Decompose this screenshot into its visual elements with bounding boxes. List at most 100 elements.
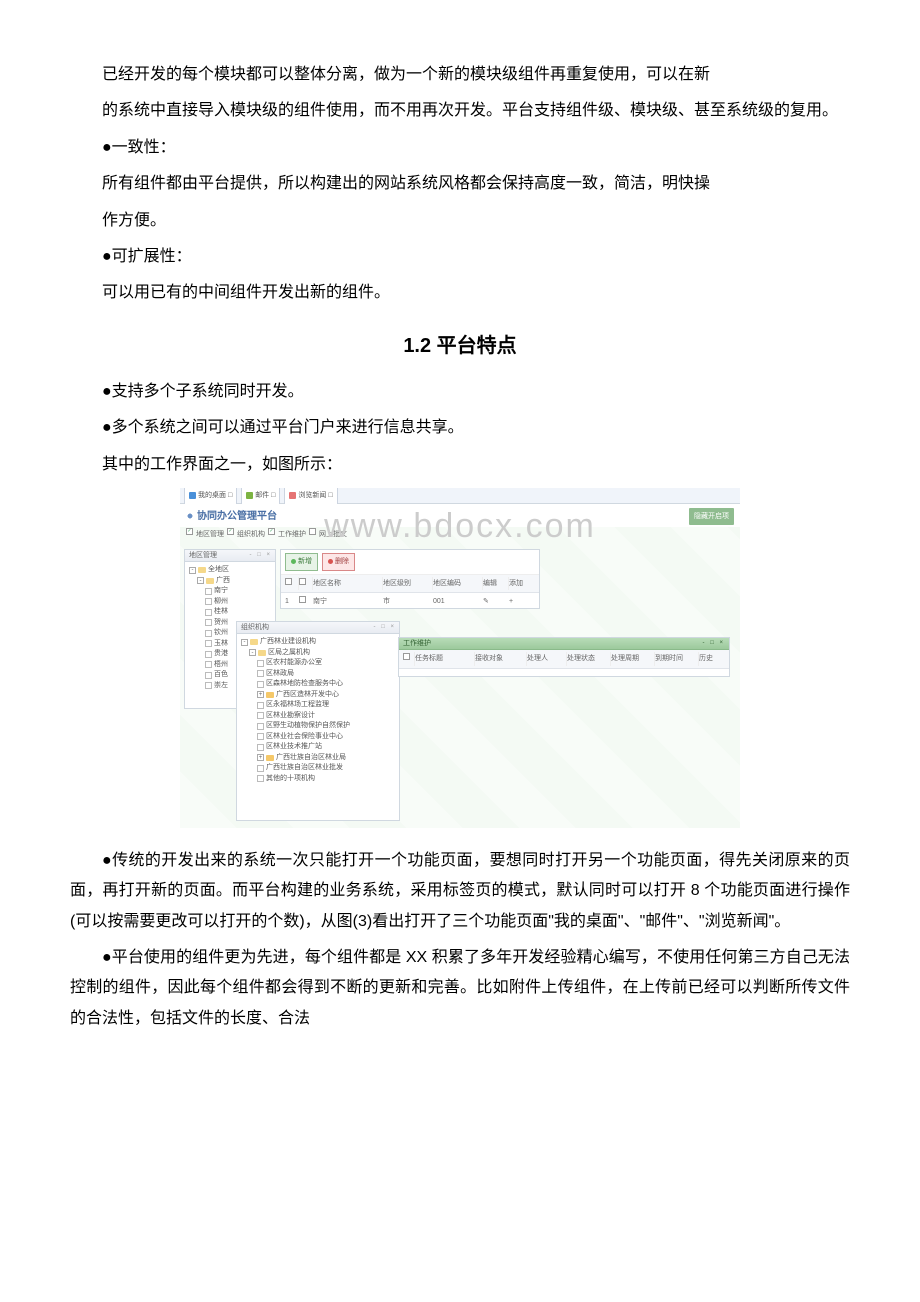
collapse-icon[interactable]: - [249, 649, 256, 656]
folder-icon [258, 650, 266, 656]
file-icon [257, 765, 264, 772]
paragraph: 的系统中直接导入模块级的组件使用，而不用再次开发。平台支持组件级、模块级、甚至系… [70, 96, 850, 126]
table-row[interactable]: 1 南宁 市 001 ✎ + [281, 593, 539, 610]
edit-link[interactable]: ✎ [483, 595, 509, 608]
tree-branch[interactable]: -广西 [189, 576, 271, 587]
tab-label: 我的桌面 □ [198, 489, 232, 502]
plus-icon [291, 559, 296, 564]
tree-leaf[interactable]: 区林业社会保险事业中心 [241, 732, 395, 743]
org-panel: 组织机构 - □ × -广西林业建设机构 -区局之属机构 区农村能源办公室区林政… [236, 621, 400, 821]
tree-leaf[interactable]: 桂林 [189, 607, 271, 618]
col-header: 地区编码 [433, 577, 483, 590]
expand-icon[interactable]: + [257, 754, 264, 761]
tree-leaf[interactable]: 南宁 [189, 586, 271, 597]
col-header: 添加 [509, 577, 535, 590]
panel-controls[interactable]: - □ × [250, 550, 272, 561]
tree-leaf[interactable]: 区林业勘察设计 [241, 711, 395, 722]
paragraph: 已经开发的每个模块都可以整体分离，做为一个新的模块级组件再重复使用，可以在新 [70, 60, 850, 90]
file-icon [257, 775, 264, 782]
app-title: 协同办公管理平台 [186, 507, 277, 526]
cell: 市 [383, 595, 433, 608]
checkbox[interactable]: ✓ [186, 528, 193, 535]
folder-icon [250, 639, 258, 645]
region-list-panel: 新增 删除 地区名称 地区级别 地区编码 编辑 添加 1 南宁 市 [280, 549, 540, 609]
tree-root[interactable]: -全地区 [189, 565, 271, 576]
file-icon [205, 640, 212, 647]
new-button[interactable]: 新增 [285, 553, 318, 570]
task-panel: 工作维护 - □ × 任务标题 接收对象 处理人 处理状态 处理周期 到期时间 … [398, 637, 730, 677]
folder-icon [266, 692, 274, 698]
file-icon [205, 630, 212, 637]
paragraph: 所有组件都由平台提供，所以构建出的网站系统风格都会保持高度一致，简洁，明快操 [70, 169, 850, 199]
panel-controls[interactable]: - □ × [703, 638, 725, 649]
hide-toggle-button[interactable]: 隐藏开启项 [689, 508, 734, 525]
bullet-extensibility: ●可扩展性： [70, 242, 850, 272]
tab-bar: 我的桌面 □ 邮件 □ 浏览新闻 □ [180, 488, 740, 504]
col-header: 处理状态 [567, 652, 611, 665]
tree-leaf[interactable]: 区林政局 [241, 669, 395, 680]
col-checkbox[interactable] [299, 577, 313, 590]
checkbox[interactable] [309, 528, 316, 535]
check-label: 工作维护 [278, 528, 306, 541]
col-header: 处理周期 [611, 652, 655, 665]
collapse-icon[interactable]: - [189, 567, 196, 574]
tree-root[interactable]: -广西林业建设机构 [241, 637, 395, 648]
folder-icon [266, 755, 274, 761]
bullet-multisystem: ●支持多个子系统同时开发。 [70, 377, 850, 407]
file-icon [257, 712, 264, 719]
tree-leaf[interactable]: +广西壮族自治区林业局 [241, 753, 395, 764]
panel-controls[interactable]: - □ × [374, 622, 396, 633]
check-label: 组织机构 [237, 528, 265, 541]
expand-icon[interactable]: + [257, 691, 264, 698]
paragraph: 作方便。 [70, 206, 850, 236]
mail-icon [246, 492, 253, 499]
tree-leaf[interactable]: 柳州 [189, 597, 271, 608]
col-checkbox[interactable] [403, 652, 415, 665]
tree-leaf[interactable]: 广西壮族自治区林业批发 [241, 763, 395, 774]
gear-icon [186, 512, 194, 520]
paragraph: ●平台使用的组件更为先进，每个组件都是 XX 积累了多年开发经验精心编写，不使用… [70, 943, 850, 1034]
tab-news[interactable]: 浏览新闻 □ [284, 488, 337, 504]
tree-leaf[interactable]: 其他的十项机构 [241, 774, 395, 785]
file-icon [205, 672, 212, 679]
folder-icon [206, 578, 214, 584]
desktop-icon [189, 492, 196, 499]
col-header: 任务标题 [415, 652, 475, 665]
col-header: 地区名称 [313, 577, 383, 590]
tree-leaf[interactable]: 区森林地防检查服务中心 [241, 679, 395, 690]
tree-leaf[interactable]: +广西区造林开发中心 [241, 690, 395, 701]
collapse-icon[interactable]: - [197, 577, 204, 584]
add-link[interactable]: + [509, 595, 535, 608]
file-icon [205, 651, 212, 658]
cell: 001 [433, 595, 483, 608]
cell: 南宁 [313, 595, 383, 608]
file-icon [205, 598, 212, 605]
col-header: 编辑 [483, 577, 509, 590]
folder-icon [198, 567, 206, 573]
section-heading: 1.2 平台特点 [70, 327, 850, 365]
tree-branch[interactable]: -区局之属机构 [241, 648, 395, 659]
tab-desktop[interactable]: 我的桌面 □ [184, 488, 237, 504]
row-checkbox[interactable] [299, 595, 313, 608]
tree-leaf[interactable]: 区农村能源办公室 [241, 658, 395, 669]
news-icon [289, 492, 296, 499]
row-index: 1 [285, 595, 299, 608]
file-icon [257, 660, 264, 667]
checkbox[interactable]: ✓ [268, 528, 275, 535]
file-icon [257, 744, 264, 751]
tab-mail[interactable]: 邮件 □ [241, 488, 280, 504]
collapse-icon[interactable]: - [241, 639, 248, 646]
tree-leaf[interactable]: 区永福林场工程监理 [241, 700, 395, 711]
col-checkbox[interactable] [285, 577, 299, 590]
delete-button[interactable]: 删除 [322, 553, 355, 570]
panel-title-text: 工作维护 [403, 637, 431, 650]
minus-icon [328, 559, 333, 564]
col-header: 处理人 [527, 652, 567, 665]
col-header: 地区级别 [383, 577, 433, 590]
tree-leaf[interactable]: 区野生动植物保护自然保护 [241, 721, 395, 732]
file-icon [257, 702, 264, 709]
checkbox[interactable]: ✓ [227, 528, 234, 535]
tab-label: 浏览新闻 □ [298, 489, 332, 502]
paragraph: 可以用已有的中间组件开发出新的组件。 [70, 278, 850, 308]
tree-leaf[interactable]: 区林业技术推广站 [241, 742, 395, 753]
